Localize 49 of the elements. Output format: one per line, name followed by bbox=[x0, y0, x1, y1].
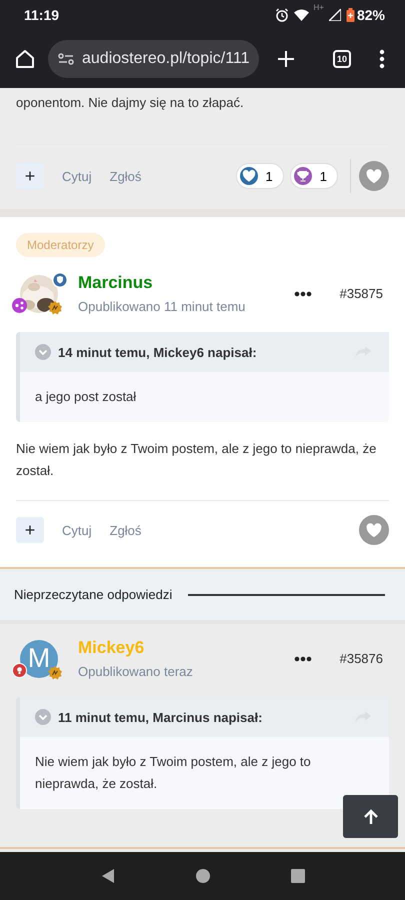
quote-link[interactable]: Cytuj bbox=[62, 522, 92, 538]
site-settings-icon bbox=[58, 53, 74, 65]
author-name[interactable]: Marcinus bbox=[78, 273, 282, 293]
like-icon[interactable] bbox=[359, 515, 389, 545]
recents-icon[interactable] bbox=[290, 868, 306, 884]
group-badge: Moderatorzy bbox=[16, 233, 105, 257]
more-options-icon[interactable] bbox=[294, 290, 312, 296]
post-text: oponentom. Nie dajmy się na to złapać. bbox=[16, 94, 245, 112]
quote-text: a jego post został bbox=[34, 388, 138, 406]
share-badge-icon bbox=[12, 298, 27, 312]
address-bar[interactable]: audiostereo.pl/topic/111 bbox=[48, 40, 259, 78]
network-type: H+ bbox=[314, 3, 324, 12]
post-text: Nie wiem jak było z Twoim postem, ale z jego to nieprawda, że został. bbox=[16, 440, 378, 480]
quote-header: 11 minut temu, Marcinus napisał: bbox=[58, 710, 262, 724]
like-icon[interactable] bbox=[359, 161, 389, 191]
plus-icon[interactable] bbox=[277, 50, 295, 68]
heart-icon bbox=[240, 167, 258, 185]
quote-text: Nie wiem jak było z Twoim postem, ale z jego to nieprawda, że został. bbox=[34, 753, 312, 793]
post-number-link[interactable]: #35875 bbox=[340, 286, 383, 301]
trophy-icon bbox=[294, 167, 312, 185]
rank-badge-icon bbox=[48, 300, 62, 314]
home-icon[interactable] bbox=[194, 868, 210, 884]
back-icon[interactable] bbox=[100, 868, 116, 884]
clock-time: 11:19 bbox=[24, 7, 60, 23]
back-to-top-button[interactable] bbox=[343, 795, 398, 838]
tab-switcher-button[interactable]: 10 bbox=[333, 50, 351, 68]
arrow-up-icon bbox=[362, 808, 380, 826]
reaction-count[interactable]: 1 bbox=[290, 163, 338, 189]
multiquote-button[interactable]: + bbox=[16, 517, 44, 543]
url-text: audiostereo.pl/topic/111 bbox=[82, 50, 250, 68]
battery-icon bbox=[346, 8, 355, 22]
report-link[interactable]: Zgłoś bbox=[110, 522, 142, 538]
more-options-icon[interactable] bbox=[294, 656, 312, 662]
more-menu-icon[interactable] bbox=[379, 49, 385, 69]
post-number-link[interactable]: #35876 bbox=[340, 651, 383, 666]
multiquote-button[interactable]: + bbox=[16, 163, 44, 189]
post-date: Opublikowano teraz bbox=[78, 664, 194, 679]
bulb-badge-icon bbox=[12, 662, 27, 678]
signal-icon bbox=[328, 9, 341, 21]
post-date: Opublikowano 11 minut temu bbox=[78, 299, 246, 314]
quote-header: 14 minut temu, Mickey6 napisał: bbox=[58, 344, 257, 360]
reaction-count[interactable]: 1 bbox=[236, 163, 284, 189]
shield-badge-icon bbox=[52, 272, 68, 288]
home-icon[interactable] bbox=[14, 48, 36, 70]
rank-badge-icon bbox=[48, 666, 62, 680]
wifi-icon bbox=[294, 9, 309, 21]
section-divider-label: Nieprzeczytane odpowiedzi bbox=[14, 587, 172, 602]
battery-percentage: 82% bbox=[356, 7, 385, 23]
alarm-icon bbox=[274, 8, 289, 22]
